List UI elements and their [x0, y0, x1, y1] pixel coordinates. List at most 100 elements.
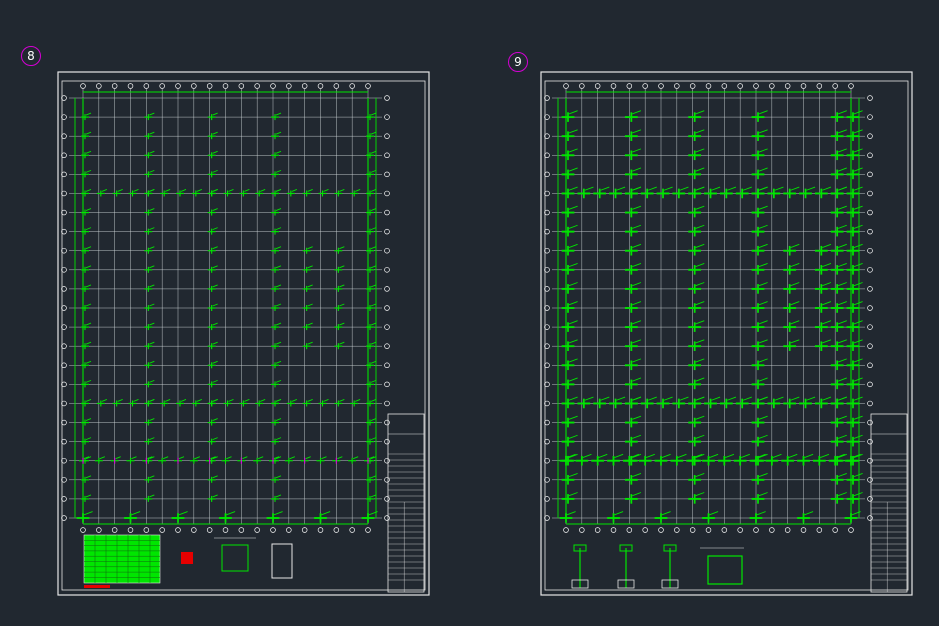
axis-bubble-bottom [317, 527, 324, 533]
member-tag [370, 208, 377, 211]
axis-bubble-top [737, 83, 743, 89]
member-tag [853, 492, 863, 497]
axis-bubble-bottom [175, 527, 181, 533]
member-tag [758, 224, 768, 229]
axis-bubble-bottom [689, 527, 696, 533]
cad-drawing-viewport[interactable]: 8 9 [0, 0, 939, 626]
axis-bubble-top [365, 83, 371, 89]
member-tag [149, 303, 155, 307]
member-tag [790, 282, 800, 287]
member-tag [838, 282, 847, 287]
member-tag [275, 360, 282, 364]
member-tag [695, 167, 705, 172]
title-block [870, 413, 908, 593]
member-tag [178, 456, 185, 460]
member-tag [339, 322, 345, 326]
axis-bubble-bottom [80, 527, 86, 533]
detail-marker-red [181, 552, 193, 564]
axis-bubble-bottom [642, 527, 648, 533]
member-tag [242, 456, 248, 460]
member-tag [632, 396, 642, 401]
member-tag [632, 492, 642, 497]
axis-bubble-top [270, 83, 276, 89]
member-tag [244, 399, 250, 402]
member-tag [101, 189, 108, 192]
member-tag [804, 511, 814, 516]
member-tag [180, 399, 187, 402]
member-tag [275, 284, 282, 288]
member-tag [632, 167, 642, 172]
member-tag [853, 148, 863, 153]
member-tag [352, 456, 359, 460]
member-tag [321, 456, 327, 460]
member-tag [632, 472, 642, 478]
member-tag [275, 227, 282, 231]
member-tag [149, 284, 155, 288]
title-block-frame [387, 413, 425, 593]
member-tag [822, 243, 832, 248]
member-tag [149, 322, 155, 326]
member-tag [820, 453, 830, 458]
member-tag [741, 453, 750, 458]
member-tag [131, 511, 141, 516]
member-tag [756, 511, 766, 516]
axis-bubble-top [769, 83, 775, 89]
member-tag [838, 110, 847, 115]
axis-bubble-bottom [270, 527, 276, 533]
member-tag [632, 415, 642, 420]
member-tag [273, 511, 283, 516]
member-tag [568, 167, 578, 172]
member-tag [275, 265, 282, 269]
member-tag [695, 396, 705, 401]
member-tag [370, 379, 377, 383]
member-tag [632, 129, 642, 134]
member-tag [85, 227, 92, 231]
member-tag [259, 399, 266, 402]
member-tag [790, 243, 800, 248]
member-tag [370, 284, 377, 288]
member-tag [632, 358, 642, 363]
axis-bubble-right [867, 496, 873, 502]
title-block-frame [870, 413, 908, 593]
member-tag [149, 475, 155, 479]
member-tag [853, 205, 863, 210]
member-tag [661, 511, 671, 516]
footing-detail [271, 543, 293, 579]
member-tag [695, 110, 705, 115]
axis-bubble-right [867, 171, 873, 178]
member-tag [85, 189, 92, 192]
member-tag [774, 396, 784, 401]
member-tag [695, 224, 705, 229]
axis-bubble-top [143, 83, 150, 89]
member-tag [337, 456, 343, 460]
member-tag [632, 377, 642, 382]
axis-bubble-right [384, 400, 390, 407]
member-tag [632, 148, 642, 153]
member-tag [616, 396, 626, 401]
axis-bubble-bottom [753, 527, 759, 533]
axis-bubble-right [384, 209, 390, 216]
member-tag [822, 320, 832, 325]
member-tag [244, 189, 250, 192]
member-tag [632, 282, 642, 287]
member-tag [614, 511, 624, 516]
member-tag [339, 303, 345, 307]
member-tag [212, 112, 218, 116]
member-tag [838, 377, 847, 382]
member-tag [711, 186, 721, 191]
member-tag [212, 246, 218, 250]
member-tag [758, 167, 768, 172]
axis-bubble-right [384, 286, 390, 292]
axis-bubble-top [816, 83, 823, 89]
member-tag [149, 246, 155, 250]
member-tag [758, 396, 768, 401]
member-tag [568, 129, 578, 134]
member-tag [228, 189, 234, 192]
member-tag [291, 399, 298, 402]
member-tag [568, 186, 578, 191]
member-tag [568, 320, 578, 325]
axis-bubble-top [333, 83, 340, 89]
member-tag [275, 437, 282, 441]
axis-bubble-right [867, 381, 873, 388]
axis-bubble-bottom [579, 527, 585, 533]
